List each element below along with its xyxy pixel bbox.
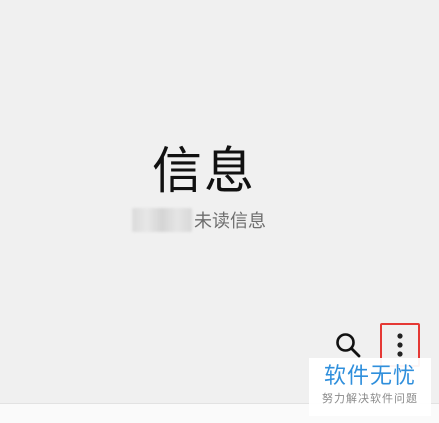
page-title: 信息 bbox=[152, 142, 256, 200]
watermark-title: 软件无忧 bbox=[323, 364, 416, 389]
watermark-logo: 软件无忧 努力解决软件问题 bbox=[309, 358, 431, 416]
unread-label: 未读信息 bbox=[194, 211, 266, 232]
blurred-unread-count bbox=[132, 208, 192, 232]
more-vert-icon bbox=[397, 333, 403, 357]
search-icon bbox=[336, 333, 361, 358]
messages-screen: 信息 未读信息 软件无忧 努力解决软件问题 bbox=[0, 0, 439, 423]
unread-summary: 未读信息 bbox=[132, 206, 266, 234]
watermark-subtitle: 努力解决软件问题 bbox=[322, 392, 418, 405]
